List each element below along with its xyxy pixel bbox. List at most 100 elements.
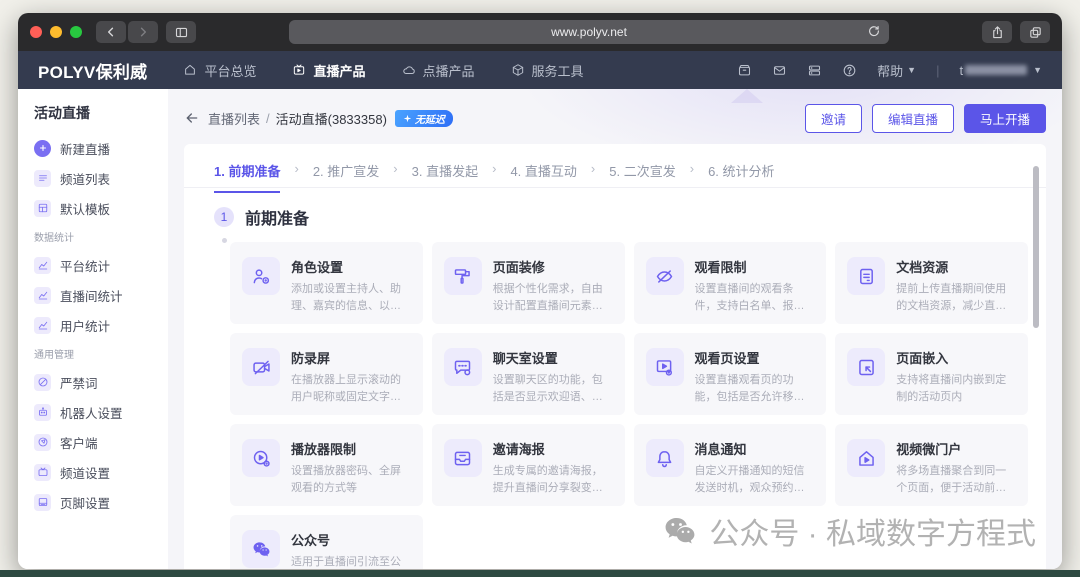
list-icon <box>34 170 51 187</box>
feature-card[interactable]: 观看限制设置直播间的观看条件，支持白名单、报名观看、验... <box>634 242 827 324</box>
feature-card-grid: 角色设置添加或设置主持人、助理、嘉宾的信息、以及新增助...页面装修根据个性化需… <box>184 242 1046 569</box>
minimize-window-button[interactable] <box>50 26 62 38</box>
sidebar-toggle-button[interactable] <box>166 21 196 43</box>
card-description: 添加或设置主持人、助理、嘉宾的信息、以及新增助... <box>291 281 411 314</box>
feature-card[interactable]: 公众号适用于直播间引流至公众号或客服，沉淀用户至私域... <box>230 515 423 569</box>
breadcrumb-current: 活动直播(3833358) <box>276 109 387 128</box>
help-menu[interactable]: 帮助 ▼ <box>877 61 916 80</box>
console-icon[interactable] <box>807 63 822 78</box>
main-content: 直播列表 / 活动直播(3833358) 无延迟 邀请编辑直播马上开播 1. 前… <box>168 89 1062 569</box>
feature-card[interactable]: 观看页设置设置直播观看页的功能，包括是否允许移动端观看等 <box>634 333 827 415</box>
feature-card[interactable]: 邀请海报生成专属的邀请海报，提升直播间分享裂变的效果 <box>432 424 625 506</box>
card-description: 设置播放器密码、全屏观看的方式等 <box>291 463 411 496</box>
refresh-icon[interactable] <box>867 24 881 38</box>
sidebar-item[interactable]: 新建直播 <box>34 139 160 157</box>
sidebar-item[interactable]: 频道列表 <box>34 169 160 187</box>
sidebar-item[interactable]: 直播间统计 <box>34 286 160 304</box>
feature-card[interactable]: 角色设置添加或设置主持人、助理、嘉宾的信息、以及新增助... <box>230 242 423 324</box>
tab-step-4[interactable]: 4. 直播互动 <box>510 161 576 193</box>
feature-card[interactable]: 消息通知自定义开播通知的短信发送时机，观众预约直播后，... <box>634 424 827 506</box>
back-arrow-icon[interactable] <box>184 110 200 126</box>
sidebar-item-label: 客户端 <box>60 433 98 452</box>
feature-card[interactable]: 防录屏在播放器上显示滚动的用户昵称或固定文字，达到防... <box>230 333 423 415</box>
card-title: 角色设置 <box>291 257 411 276</box>
chart-icon <box>34 257 51 274</box>
close-window-button[interactable] <box>30 26 42 38</box>
card-title: 聊天室设置 <box>493 348 613 367</box>
feature-card[interactable]: 视频微门户将多场直播聚合到同一个页面，便于活动前期的宣发... <box>835 424 1028 506</box>
edit-live-button[interactable]: 编辑直播 <box>872 104 954 133</box>
sidebar-item[interactable]: 平台统计 <box>34 256 160 274</box>
card-title: 播放器限制 <box>291 439 411 458</box>
breadcrumb-parent[interactable]: 直播列表 <box>208 109 260 128</box>
start-live-button[interactable]: 马上开播 <box>964 104 1046 133</box>
card-title: 观看页设置 <box>695 348 815 367</box>
nav-item-live[interactable]: 直播产品 <box>292 61 365 80</box>
chat-settings-icon <box>444 348 482 386</box>
sidebar-item-label: 用户统计 <box>60 316 110 335</box>
tabs-overview-button[interactable] <box>1020 21 1050 43</box>
tab-step-5[interactable]: 5. 二次宣发 <box>609 161 675 193</box>
storage-box-icon[interactable] <box>737 63 752 78</box>
card-description: 将多场直播聚合到同一个页面，便于活动前期的宣发... <box>896 463 1016 496</box>
sidebar-title: 活动直播 <box>34 103 160 123</box>
chevron-right-icon: › <box>591 161 595 187</box>
sidebar-item[interactable]: 机器人设置 <box>34 403 160 421</box>
help-circle-icon[interactable] <box>842 63 857 78</box>
feature-card[interactable]: 聊天室设置设置聊天区的功能，包括是否显示欢迎语、是否支持... <box>432 333 625 415</box>
mail-icon[interactable] <box>772 63 787 78</box>
sidebar-item[interactable]: 默认模板 <box>34 199 160 217</box>
chevron-right-icon: › <box>393 161 397 187</box>
poster-icon <box>444 439 482 477</box>
sidebar-item[interactable]: 频道设置 <box>34 463 160 481</box>
plus-icon <box>34 140 51 157</box>
tab-step-6[interactable]: 6. 统计分析 <box>708 161 774 193</box>
nav-item-vod[interactable]: 点播产品 <box>402 61 475 80</box>
feature-card[interactable]: 页面装修根据个性化需求，自由设计配置直播间元素。支持自... <box>432 242 625 324</box>
badge-label: 无延迟 <box>415 111 445 126</box>
tabs-icon <box>1028 25 1043 40</box>
primary-nav: 平台总览 直播产品 点播产品 服务工具 <box>183 61 583 80</box>
sidebar-item[interactable]: 页脚设置 <box>34 493 160 511</box>
sidebar-item[interactable]: 用户统计 <box>34 316 160 334</box>
nav-item-tools[interactable]: 服务工具 <box>511 61 584 80</box>
tab-step-3[interactable]: 3. 直播发起 <box>412 161 478 193</box>
card-title: 文档资源 <box>896 257 1016 276</box>
share-button[interactable] <box>982 21 1012 43</box>
account-menu[interactable]: t ▼ <box>959 63 1042 78</box>
username-text: t <box>959 63 963 78</box>
nav-item-home[interactable]: 平台总览 <box>183 61 256 80</box>
scrollbar[interactable] <box>1033 166 1039 328</box>
sidebar-item[interactable]: 客户端 <box>34 433 160 451</box>
card-text: 邀请海报生成专属的邀请海报，提升直播间分享裂变的效果 <box>493 439 613 491</box>
sidebar-item-label: 直播间统计 <box>60 286 123 305</box>
nav-item-label: 点播产品 <box>423 61 475 80</box>
watch-limit-icon <box>646 257 684 295</box>
tab-step-2[interactable]: 2. 推广宣发 <box>313 161 379 193</box>
polyv-logo[interactable]: POLYV保利威 <box>38 58 147 83</box>
back-button[interactable] <box>96 21 126 43</box>
card-text: 消息通知自定义开播通知的短信发送时机，观众预约直播后，... <box>695 439 815 491</box>
url-text: www.polyv.net <box>551 25 627 39</box>
fullscreen-window-button[interactable] <box>70 26 82 38</box>
forward-button[interactable] <box>128 21 158 43</box>
invite-button[interactable]: 邀请 <box>805 104 862 133</box>
tools-icon <box>511 63 525 77</box>
template-icon <box>34 200 51 217</box>
card-title: 防录屏 <box>291 348 411 367</box>
card-text: 公众号适用于直播间引流至公众号或客服，沉淀用户至私域... <box>291 530 411 569</box>
feature-card[interactable]: 播放器限制设置播放器密码、全屏观看的方式等 <box>230 424 423 506</box>
divider: | <box>936 63 939 78</box>
feature-card[interactable]: 文档资源提前上传直播期间使用的文档资源，减少直播中的失... <box>835 242 1028 324</box>
portal-icon <box>847 439 885 477</box>
sidebar-item[interactable]: 严禁词 <box>34 373 160 391</box>
sidebar-section-header: 通用管理 <box>34 346 160 361</box>
channel-icon <box>34 464 51 481</box>
decorate-icon <box>444 257 482 295</box>
document-icon <box>847 257 885 295</box>
workflow-tabs: 1. 前期准备›2. 推广宣发›3. 直播发起›4. 直播互动›5. 二次宣发›… <box>184 144 1046 188</box>
address-bar[interactable]: www.polyv.net <box>289 20 889 44</box>
client-icon <box>34 434 51 451</box>
feature-card[interactable]: 页面嵌入支持将直播间内嵌到定制的活动页内 <box>835 333 1028 415</box>
tab-step-1[interactable]: 1. 前期准备 <box>214 161 280 193</box>
